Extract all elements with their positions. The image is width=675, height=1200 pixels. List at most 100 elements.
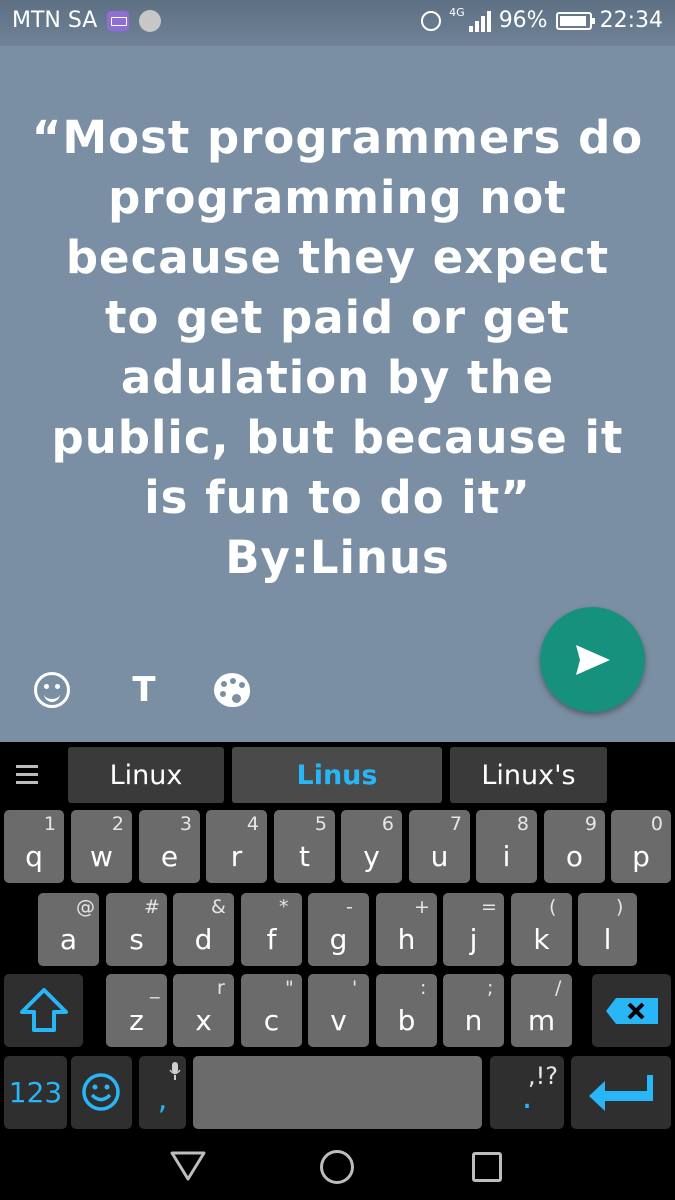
suggestion-bar: Linux Linus Linux's: [0, 742, 675, 808]
emoji-button[interactable]: [30, 668, 74, 712]
keyboard-icon: [107, 10, 130, 31]
key-y[interactable]: 6y: [341, 810, 402, 883]
enter-key[interactable]: [571, 1056, 671, 1129]
key-alt: 9: [584, 813, 597, 835]
comma-label: ,: [157, 1082, 168, 1117]
key-n[interactable]: ; n: [443, 974, 504, 1047]
key-r[interactable]: 4r: [206, 810, 267, 883]
key-alt: 7: [449, 813, 462, 835]
key-alt: +: [414, 896, 430, 918]
key-q[interactable]: 1q: [4, 810, 64, 883]
suggestion-2[interactable]: Linus: [232, 747, 442, 803]
key-label: w: [90, 840, 113, 873]
key-alt: #: [144, 896, 160, 918]
key-label: v: [330, 1004, 347, 1037]
send-button[interactable]: [540, 607, 645, 712]
key-label: s: [129, 923, 144, 956]
backspace-key[interactable]: [592, 974, 671, 1047]
key-x[interactable]: rx: [173, 974, 234, 1047]
key-b[interactable]: :b: [376, 974, 437, 1047]
key-z[interactable]: _ z: [106, 974, 167, 1047]
key-f[interactable]: * f: [241, 893, 302, 966]
key-label: q: [25, 840, 43, 873]
key-j[interactable]: = j: [443, 893, 504, 966]
menu-icon[interactable]: [16, 765, 38, 789]
key-alt: :: [420, 977, 427, 999]
key-u[interactable]: 7u: [409, 810, 470, 883]
key-alt: ": [285, 977, 294, 999]
key-label: d: [194, 923, 213, 956]
key-label: h: [397, 923, 416, 956]
key-label: o: [565, 840, 584, 873]
text-style-button[interactable]: T: [122, 668, 166, 712]
status-left: MTN SA: [12, 8, 162, 33]
key-label: y: [363, 840, 380, 873]
key-g[interactable]: -g: [308, 893, 369, 966]
status-bar: MTN SA 4G 96% 22:34: [0, 0, 675, 46]
key-alt: 0: [650, 813, 663, 835]
key-label: b: [397, 1004, 416, 1037]
home-icon[interactable]: [320, 1150, 354, 1184]
key-o[interactable]: 9o: [544, 810, 605, 883]
navigation-bar: [0, 1130, 675, 1200]
key-alt: 1: [43, 813, 56, 835]
recents-icon[interactable]: [472, 1152, 502, 1182]
suggestion-1[interactable]: Linux: [68, 747, 224, 803]
key-label: m: [527, 1004, 556, 1037]
quote-line: “Most programmers do: [31, 111, 644, 164]
shift-key[interactable]: [4, 974, 83, 1047]
key-label: n: [464, 1004, 483, 1037]
emoji-key[interactable]: [71, 1056, 132, 1129]
numbers-label: 123: [8, 1076, 63, 1109]
key-k[interactable]: (k: [511, 893, 572, 966]
back-icon[interactable]: [170, 1150, 206, 1182]
key-e[interactable]: 3e: [139, 810, 200, 883]
color-palette-button[interactable]: [210, 668, 254, 712]
key-w[interactable]: 2w: [71, 810, 132, 883]
key-alt: (: [549, 896, 557, 918]
key-alt: 8: [516, 813, 529, 835]
key-label: p: [632, 840, 650, 873]
key-label: a: [59, 923, 78, 956]
quote-line: because they expect: [65, 231, 610, 284]
send-icon: [575, 644, 610, 675]
key-label: c: [263, 1004, 280, 1037]
emoji-icon: [82, 1073, 120, 1111]
key-alt: ;: [487, 977, 494, 999]
period-key[interactable]: ,!? .: [490, 1056, 564, 1129]
comma-key[interactable]: ,: [139, 1056, 186, 1129]
key-h[interactable]: + h: [376, 893, 437, 966]
key-label: f: [266, 923, 277, 956]
key-p[interactable]: 0p: [611, 810, 671, 883]
space-key[interactable]: [193, 1056, 482, 1129]
key-l[interactable]: ) l: [578, 893, 637, 966]
key-label: r: [230, 840, 243, 873]
key-label: u: [430, 840, 449, 873]
key-alt: _: [150, 977, 160, 999]
key-m[interactable]: / m: [511, 974, 572, 1047]
key-s[interactable]: # s: [106, 893, 167, 966]
key-label: t: [299, 840, 310, 873]
quote-line: programming not: [108, 171, 567, 224]
key-i[interactable]: 8i: [476, 810, 537, 883]
period-label: .: [521, 1077, 533, 1117]
shift-icon: [20, 988, 68, 1032]
key-alt: /: [555, 977, 562, 999]
key-alt: ): [616, 896, 624, 918]
numbers-key[interactable]: 123: [4, 1056, 67, 1129]
alarm-icon: [421, 10, 442, 31]
text-style-label: T: [132, 670, 156, 710]
key-label: g: [329, 923, 348, 956]
enter-icon: [589, 1075, 653, 1111]
key-a[interactable]: @ a: [38, 893, 99, 966]
quote-line: to get paid or get: [105, 291, 570, 344]
quote-line: adulation by the: [120, 351, 555, 404]
status-text[interactable]: “Most programmers do programming not bec…: [30, 108, 645, 588]
key-t[interactable]: 5t: [274, 810, 335, 883]
signal-icon: [468, 10, 491, 32]
key-d[interactable]: & d: [173, 893, 234, 966]
key-v[interactable]: ' v: [308, 974, 369, 1047]
key-c[interactable]: " c: [241, 974, 302, 1047]
key-alt: 2: [111, 813, 124, 835]
suggestion-3[interactable]: Linux's: [450, 747, 607, 803]
